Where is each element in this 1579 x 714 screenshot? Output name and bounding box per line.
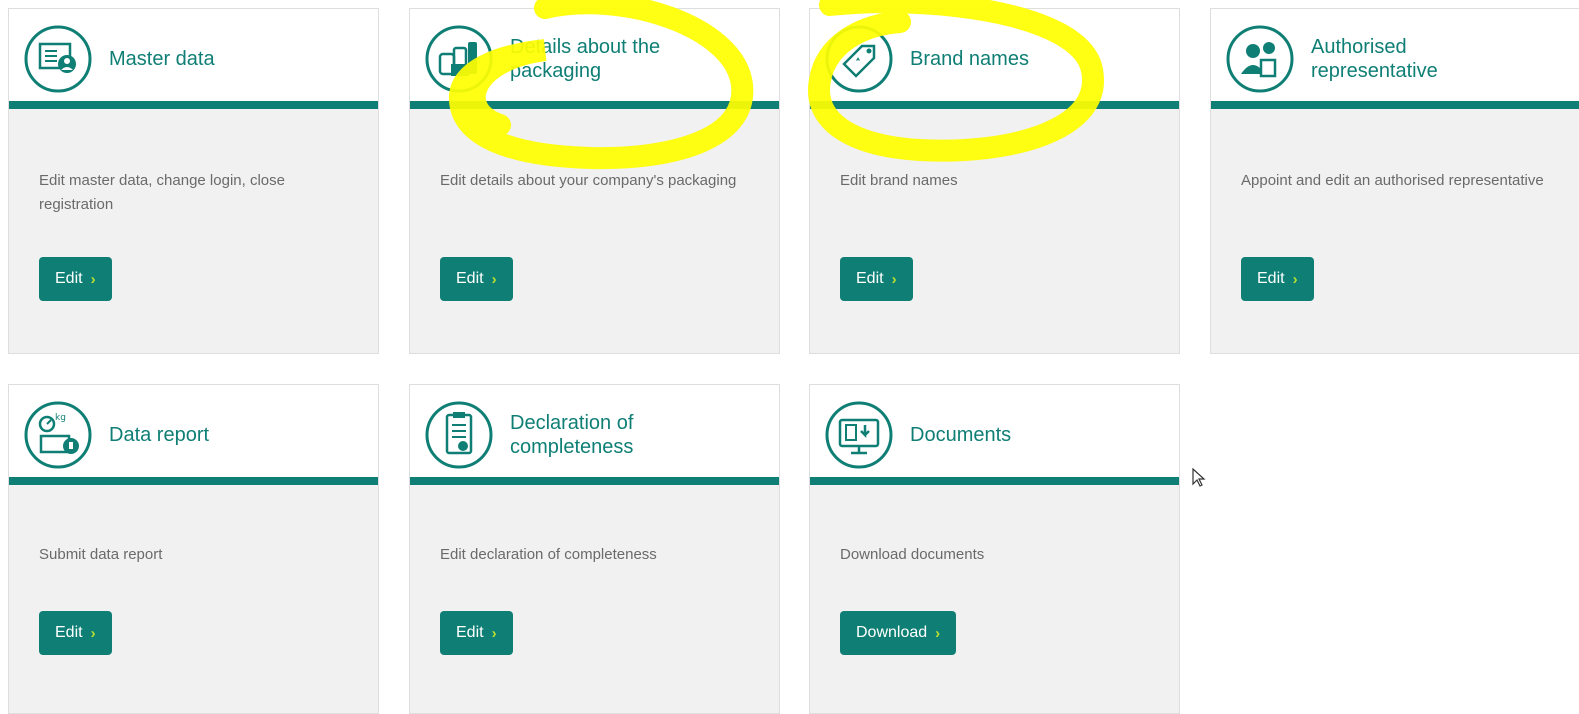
edit-button[interactable]: Edit › — [39, 611, 112, 655]
card-declaration: Declaration of completeness Edit declara… — [409, 384, 780, 714]
button-label: Download — [856, 624, 928, 641]
card-header: Documents — [810, 385, 1179, 485]
chevron-right-icon: › — [90, 624, 96, 642]
download-button[interactable]: Download › — [840, 611, 957, 655]
card-description: Edit details about your company's packag… — [440, 172, 737, 189]
representative-icon — [1225, 24, 1295, 94]
chevron-right-icon: › — [891, 270, 897, 288]
card-header: Authorised representative — [1211, 9, 1579, 109]
card-title: Declaration of completeness — [510, 412, 634, 458]
edit-button[interactable]: Edit › — [1241, 257, 1314, 301]
button-label: Edit — [456, 270, 484, 287]
master-data-icon — [23, 24, 93, 94]
brand-tag-icon — [824, 24, 894, 94]
card-authorised-representative: Authorised representative Appoint and ed… — [1210, 8, 1579, 354]
card-description: Appoint and edit an authorised represent… — [1241, 172, 1544, 189]
chevron-right-icon: › — [491, 270, 497, 288]
card-description: Edit master data, change login, close re… — [39, 172, 285, 213]
chevron-right-icon: › — [935, 624, 941, 642]
card-description: Submit data report — [39, 546, 163, 563]
card-header: Master data — [9, 9, 378, 109]
data-report-icon: kg — [23, 400, 93, 470]
card-title: Details about the packaging — [510, 36, 661, 82]
card-description: Edit brand names — [840, 172, 958, 189]
card-master-data: Master data Edit master data, change log… — [8, 8, 379, 354]
card-title: Master data — [109, 48, 215, 70]
chevron-right-icon: › — [491, 624, 497, 642]
button-label: Edit — [456, 624, 484, 641]
card-header: Declaration of completeness — [410, 385, 779, 485]
declaration-icon — [424, 400, 494, 470]
card-title: Data report — [109, 424, 210, 446]
chevron-right-icon: › — [1292, 270, 1298, 288]
card-brand-names: Brand names Edit brand names Edit › — [809, 8, 1180, 354]
card-title: Authorised representative — [1311, 36, 1438, 82]
card-header: kg Data report — [9, 385, 378, 485]
card-description: Edit declaration of completeness — [440, 546, 657, 563]
mouse-cursor-icon — [1192, 468, 1206, 487]
edit-button[interactable]: Edit › — [440, 611, 513, 655]
edit-button[interactable]: Edit › — [840, 257, 913, 301]
edit-button[interactable]: Edit › — [39, 257, 112, 301]
card-title: Documents — [910, 424, 1012, 446]
card-packaging: Details about the packaging Edit details… — [409, 8, 780, 354]
card-data-report: kg Data report Submit data report Edit › — [8, 384, 379, 714]
button-label: Edit — [1257, 270, 1285, 287]
svg-text:kg: kg — [55, 413, 66, 423]
documents-icon — [824, 400, 894, 470]
button-label: Edit — [55, 624, 83, 641]
chevron-right-icon: › — [90, 270, 96, 288]
button-label: Edit — [55, 270, 83, 287]
card-description: Download documents — [840, 546, 985, 563]
packaging-icon — [424, 24, 494, 94]
card-header: Brand names — [810, 9, 1179, 109]
card-header: Details about the packaging — [410, 9, 779, 109]
card-title: Brand names — [910, 48, 1029, 70]
card-documents: Documents Download documents Download › — [809, 384, 1180, 714]
button-label: Edit — [856, 270, 884, 287]
edit-button[interactable]: Edit › — [440, 257, 513, 301]
